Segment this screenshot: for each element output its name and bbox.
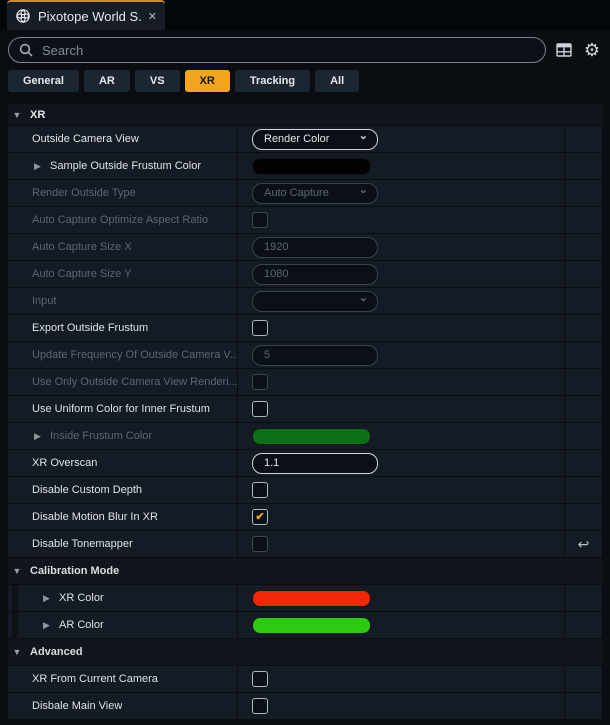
property-label: Export Outside Frustum [32, 322, 148, 334]
property-label: Update Frequency Of Outside Camera V... [32, 349, 237, 361]
pixotope-logo-icon [15, 8, 31, 24]
property-label: Render Outside Type [32, 187, 136, 199]
auto-capture-optimize-aspect-ratio-checkbox [252, 212, 268, 228]
search-input[interactable] [42, 43, 535, 58]
tab-pixotope-world-settings[interactable]: Pixotope World S... ✕ [7, 0, 165, 30]
row-outside-camera-view: Outside Camera View Render Color ⌄ [8, 126, 602, 153]
filter-general-button[interactable]: General [8, 70, 79, 92]
row-xr-from-current-camera: XR From Current Camera [8, 666, 602, 693]
row-disable-tonemapper: Disable Tonemapper ↩ [8, 531, 602, 558]
property-label: AR Color [59, 619, 104, 631]
settings-gear-icon[interactable]: ⚙ [582, 40, 602, 60]
collapse-triangle-icon: ▼ [12, 566, 22, 576]
expand-triangle-icon[interactable]: ▶ [34, 431, 44, 442]
chevron-down-icon: ⌄ [359, 134, 368, 140]
detail-view-options-icon[interactable] [554, 40, 574, 60]
property-label: Disable Custom Depth [32, 484, 142, 496]
section-title: Advanced [30, 646, 83, 658]
toolbar: ⚙ [0, 30, 610, 70]
row-input: Input ⌄ [8, 288, 602, 315]
xr-overscan-input[interactable] [252, 453, 378, 474]
disable-motion-blur-checkbox[interactable]: ✔ [252, 509, 268, 525]
row-ar-color: ▶ AR Color [8, 612, 602, 639]
expand-triangle-icon[interactable]: ▶ [43, 620, 53, 631]
sample-outside-frustum-color-swatch[interactable] [252, 158, 371, 175]
row-update-frequency: Update Frequency Of Outside Camera V... [8, 342, 602, 369]
ar-color-swatch[interactable] [252, 617, 371, 634]
row-xr-color: ▶ XR Color [8, 585, 602, 612]
auto-capture-size-x-input [252, 237, 378, 258]
xr-from-current-camera-checkbox[interactable] [252, 671, 268, 687]
property-label: Auto Capture Optimize Aspect Ratio [32, 214, 208, 226]
row-use-uniform-color-inner-frustum: Use Uniform Color for Inner Frustum [8, 396, 602, 423]
auto-capture-size-y-input [252, 264, 378, 285]
check-icon: ✔ [255, 512, 264, 523]
search-icon [19, 43, 34, 58]
property-label: Use Only Outside Camera View Renderi... [32, 376, 237, 388]
disable-custom-depth-checkbox[interactable] [252, 482, 268, 498]
input-dropdown: ⌄ [252, 291, 378, 312]
row-disable-custom-depth: Disable Custom Depth [8, 477, 602, 504]
filter-all-button[interactable]: All [315, 70, 359, 92]
row-render-outside-type: Render Outside Type Auto Capture ⌄ [8, 180, 602, 207]
property-label: Outside Camera View [32, 133, 139, 145]
inside-frustum-color-swatch [252, 428, 371, 445]
pixotope-world-settings-panel: Pixotope World S... ✕ ⚙ General AR [0, 0, 610, 725]
filter-vs-button[interactable]: VS [135, 70, 180, 92]
property-label: Auto Capture Size X [32, 241, 132, 253]
property-label: Inside Frustum Color [50, 430, 152, 442]
property-label: XR Overscan [32, 457, 97, 469]
reset-to-default-icon[interactable]: ↩ [578, 536, 590, 553]
row-export-outside-frustum: Export Outside Frustum [8, 315, 602, 342]
disable-tonemapper-checkbox[interactable] [252, 536, 268, 552]
property-label: XR From Current Camera [32, 673, 158, 685]
update-frequency-input [252, 345, 378, 366]
chevron-down-icon: ⌄ [359, 296, 368, 302]
property-label: Disbale Main View [32, 700, 122, 712]
filter-button-row: General AR VS XR Tracking All [0, 70, 610, 96]
filter-ar-button[interactable]: AR [84, 70, 130, 92]
property-label: Disable Motion Blur In XR [32, 511, 158, 523]
property-label: Disable Tonemapper [32, 538, 133, 550]
row-sample-outside-frustum-color: ▶ Sample Outside Frustum Color [8, 153, 602, 180]
row-auto-capture-size-y: Auto Capture Size Y [8, 261, 602, 288]
render-outside-type-dropdown: Auto Capture ⌄ [252, 183, 378, 204]
row-disbale-main-view: Disbale Main View [8, 693, 602, 720]
chevron-down-icon: ⌄ [359, 188, 368, 194]
row-auto-capture-size-x: Auto Capture Size X [8, 234, 602, 261]
row-xr-overscan: XR Overscan [8, 450, 602, 477]
filter-xr-button[interactable]: XR [185, 70, 230, 92]
row-disable-motion-blur-in-xr: Disable Motion Blur In XR ✔ [8, 504, 602, 531]
property-label: Input [32, 295, 56, 307]
section-title: Calibration Mode [30, 565, 119, 577]
collapse-triangle-icon: ▼ [12, 647, 22, 657]
property-label: Use Uniform Color for Inner Frustum [32, 403, 210, 415]
property-label: Auto Capture Size Y [32, 268, 131, 280]
outside-camera-view-dropdown[interactable]: Render Color ⌄ [252, 129, 378, 150]
property-label: Sample Outside Frustum Color [50, 160, 201, 172]
expand-triangle-icon[interactable]: ▶ [43, 593, 53, 604]
property-label: XR Color [59, 592, 104, 604]
expand-triangle-icon[interactable]: ▶ [34, 161, 44, 172]
section-title: XR [30, 109, 45, 121]
section-header-xr[interactable]: ▼ XR [8, 104, 602, 126]
export-outside-frustum-checkbox[interactable] [252, 320, 268, 336]
section-header-calibration-mode[interactable]: ▼ Calibration Mode [8, 558, 602, 585]
row-auto-capture-optimize-aspect-ratio: Auto Capture Optimize Aspect Ratio [8, 207, 602, 234]
tab-title: Pixotope World S... [38, 9, 141, 24]
tab-close-icon[interactable]: ✕ [148, 10, 157, 23]
section-header-advanced[interactable]: ▼ Advanced [8, 639, 602, 666]
collapse-triangle-icon: ▼ [12, 110, 22, 120]
xr-color-swatch[interactable] [252, 590, 371, 607]
row-inside-frustum-color: ▶ Inside Frustum Color [8, 423, 602, 450]
tab-bar: Pixotope World S... ✕ [0, 0, 610, 30]
filter-tracking-button[interactable]: Tracking [235, 70, 310, 92]
row-use-only-outside-camera-view: Use Only Outside Camera View Renderi... [8, 369, 602, 396]
use-only-outside-camera-view-checkbox [252, 374, 268, 390]
search-box[interactable] [8, 37, 546, 63]
use-uniform-color-checkbox[interactable] [252, 401, 268, 417]
disbale-main-view-checkbox[interactable] [252, 698, 268, 714]
